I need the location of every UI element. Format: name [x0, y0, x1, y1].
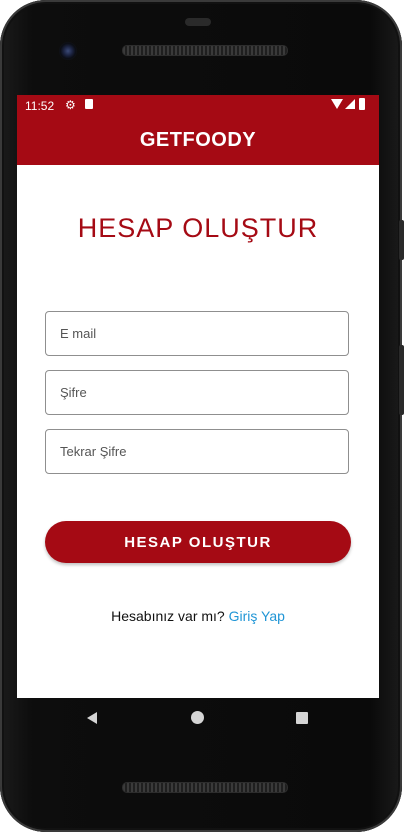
wifi-icon: [331, 99, 343, 109]
gear-icon: ⚙: [65, 98, 76, 112]
phone-frame: 11:52 ⚙ GETFOODY HESAP OLUŞTUR HESAP OLU…: [0, 0, 404, 832]
status-time: 11:52: [25, 99, 55, 113]
sd-card-icon: [85, 99, 93, 109]
login-prompt: Hesabınız var mı? Giriş Yap: [17, 608, 379, 624]
earpiece-speaker: [122, 45, 288, 56]
bottom-speaker: [122, 782, 288, 793]
top-sensor: [185, 18, 211, 26]
password-field[interactable]: [45, 370, 349, 415]
page-title: HESAP OLUŞTUR: [77, 213, 319, 243]
back-nav-icon[interactable]: [87, 712, 97, 724]
login-question: Hesabınız var mı?: [111, 608, 225, 624]
password-repeat-field[interactable]: [45, 429, 349, 474]
status-bar: 11:52 ⚙: [17, 95, 379, 117]
home-nav-icon[interactable]: [191, 711, 204, 724]
volume-button: [399, 220, 404, 260]
signal-icon: [345, 99, 355, 109]
email-field[interactable]: [45, 311, 349, 356]
app-bar-title: GETFOODY: [17, 117, 379, 165]
battery-icon: [359, 98, 365, 110]
power-button: [399, 345, 404, 415]
status-icons: [331, 98, 367, 111]
recents-nav-icon[interactable]: [296, 712, 308, 724]
screen: 11:52 ⚙ GETFOODY HESAP OLUŞTUR HESAP OLU…: [17, 95, 379, 698]
front-camera: [59, 42, 77, 60]
create-account-button[interactable]: HESAP OLUŞTUR: [45, 521, 351, 563]
login-link[interactable]: Giriş Yap: [229, 608, 285, 624]
